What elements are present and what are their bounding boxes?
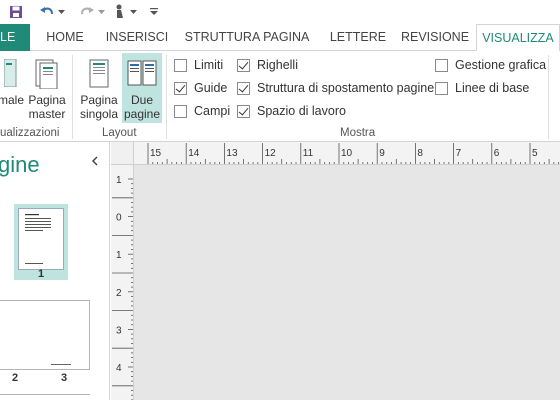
views-group-label: ualizzazioni (0, 127, 60, 139)
ruler-label: 9 (379, 148, 385, 159)
ruler-label: 10 (341, 148, 353, 159)
touch-dropdown-icon[interactable] (129, 2, 138, 22)
next-thumbnail-edge (0, 394, 90, 400)
checkbox-fields[interactable]: Campi (174, 102, 230, 120)
two-pages-icon (127, 59, 157, 92)
checkbox-limits-label: Limiti (194, 58, 224, 72)
page-navigation-pane: gine 1 2 3 (0, 142, 110, 400)
checkbox-baselines[interactable]: Linee di base (435, 79, 529, 97)
group-divider (72, 55, 73, 139)
checkbox-guides[interactable]: Guide (174, 79, 227, 97)
single-page-label: Pagina singola (79, 93, 119, 121)
checkbox-page-navigation[interactable]: Struttura di spostamento pagine (237, 79, 434, 97)
horizontal-ruler[interactable]: 15 14 13 12 11 10 9 8 7 6 5 (134, 142, 560, 165)
ruler-label: 4 (116, 363, 122, 374)
tab-letters[interactable]: LETTERE (318, 24, 398, 51)
page-number-3: 3 (61, 372, 68, 384)
layout-group-label: Layout (102, 127, 137, 139)
ruler-label: 15 (150, 148, 162, 159)
page-number-2: 2 (12, 372, 19, 384)
checkbox-rulers[interactable]: Righelli (237, 56, 298, 74)
single-page-button[interactable]: Pagina singola (78, 53, 120, 123)
ruler-label: 3 (116, 325, 122, 336)
normal-view-button[interactable]: male (0, 53, 24, 123)
ruler-label: 14 (188, 148, 200, 159)
tab-home[interactable]: HOME (36, 24, 94, 51)
quick-access-toolbar (0, 0, 560, 24)
collapse-pane-icon[interactable] (91, 156, 98, 169)
page-thumbnail-1-preview (18, 208, 64, 270)
tab-insert[interactable]: INSERISCI (98, 24, 176, 51)
master-page-button[interactable]: Pagina master (26, 53, 68, 123)
page-thumbnail-2-3[interactable] (0, 300, 90, 370)
master-page-icon (35, 59, 59, 92)
undo-icon[interactable] (38, 2, 56, 22)
ribbon: male Pagina master ualizzazioni Pagina s… (0, 51, 560, 142)
touch-mode-icon[interactable] (112, 2, 128, 22)
checkbox-limits-box[interactable] (174, 58, 187, 72)
single-page-icon (88, 59, 110, 92)
two-pages-label: Due pagine (123, 93, 161, 121)
tab-file[interactable]: LE (0, 24, 30, 51)
vertical-ruler[interactable]: 1 0 1 2 3 4 (111, 165, 134, 400)
checkbox-limits[interactable]: Limiti (174, 56, 223, 74)
master-page-label: Pagina master (28, 93, 66, 121)
group-divider (548, 55, 549, 139)
page-number-1: 1 (38, 268, 45, 280)
ruler-label: 6 (494, 148, 500, 159)
ruler-label: 1 (116, 250, 122, 261)
normal-view-label: male (0, 93, 25, 107)
checkbox-scratch-area-label: Spazio di lavoro (257, 104, 346, 118)
checkbox-page-navigation-label: Struttura di spostamento pagine (257, 81, 435, 95)
checkbox-baselines-box[interactable] (435, 81, 448, 95)
checkbox-rulers-label: Righelli (257, 58, 298, 72)
ruler-corner (111, 142, 134, 165)
ruler-label: 7 (456, 148, 462, 159)
tab-review[interactable]: REVISIONE (400, 24, 470, 51)
page-navigation-title: gine (0, 152, 40, 177)
ruler-label: 12 (265, 148, 277, 159)
checkbox-page-navigation-box[interactable] (237, 81, 250, 95)
ruler-label: 8 (417, 148, 423, 159)
checkbox-graphics-manager-box[interactable] (435, 58, 448, 72)
tab-view[interactable]: VISUALIZZA (476, 24, 560, 52)
redo-icon[interactable] (78, 2, 96, 22)
checkbox-scratch-area[interactable]: Spazio di lavoro (237, 102, 346, 120)
checkbox-graphics-manager[interactable]: Gestione grafica (435, 56, 546, 74)
ribbon-tab-bar: LE HOME INSERISCI STRUTTURA PAGINA LETTE… (0, 24, 560, 52)
ruler-label: 11 (303, 148, 314, 159)
ruler-label: 1 (116, 175, 122, 186)
page-thumbnail-1[interactable]: 1 (14, 204, 68, 280)
ruler-label: 13 (226, 148, 238, 159)
checkbox-baselines-label: Linee di base (455, 81, 530, 95)
ruler-label: 2 (116, 288, 122, 299)
checkbox-guides-label: Guide (194, 81, 228, 95)
checkbox-scratch-area-box[interactable] (237, 104, 250, 118)
undo-dropdown-icon[interactable] (57, 2, 66, 22)
tab-page-layout[interactable]: STRUTTURA PAGINA (180, 24, 314, 51)
checkbox-rulers-box[interactable] (237, 58, 250, 72)
checkbox-graphics-manager-label: Gestione grafica (455, 58, 547, 72)
ruler-label: 5 (532, 148, 538, 159)
normal-view-icon (3, 58, 18, 90)
checkbox-fields-box[interactable] (174, 104, 187, 118)
checkbox-fields-label: Campi (194, 104, 231, 118)
show-group-label: Mostra (340, 127, 376, 139)
ruler-label: 0 (116, 213, 122, 224)
customize-qat-icon[interactable] (148, 2, 160, 22)
save-icon[interactable] (6, 2, 26, 22)
two-pages-button[interactable]: Due pagine (122, 53, 162, 123)
group-divider (166, 55, 167, 139)
scratch-workspace[interactable] (134, 165, 560, 400)
redo-dropdown-icon[interactable] (97, 2, 106, 22)
checkbox-guides-box[interactable] (174, 81, 187, 95)
